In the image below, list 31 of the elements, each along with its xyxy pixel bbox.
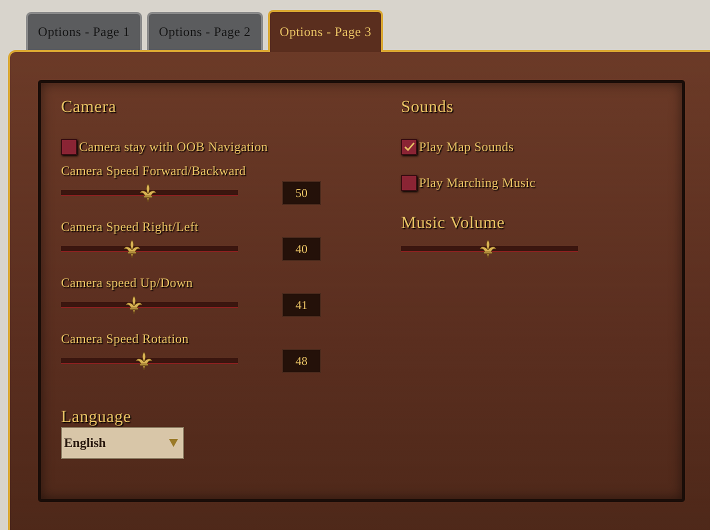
slider-label: Camera Speed Right/Left: [61, 219, 200, 235]
section-title: Music Volume: [401, 213, 506, 233]
slider[interactable]: [61, 295, 238, 315]
slider-thumb[interactable]: [135, 351, 154, 371]
slider[interactable]: [401, 239, 578, 259]
slider-thumb[interactable]: [124, 295, 143, 315]
slider[interactable]: [61, 351, 238, 371]
slider-thumb[interactable]: [138, 183, 157, 203]
section-title: Camera: [61, 97, 118, 117]
tab[interactable]: Options - Page 3: [268, 10, 384, 52]
value-display: 48: [282, 349, 321, 373]
slider-thumb[interactable]: [122, 239, 141, 259]
checkbox-label: Play Map Sounds: [419, 139, 514, 155]
value-display: 41: [282, 293, 321, 317]
checkbox-label: Play Marching Music: [419, 175, 536, 191]
checkbox[interactable]: [61, 139, 77, 155]
checkbox-label: Camera stay with OOB Navigation: [79, 139, 268, 155]
section-title: Sounds: [401, 97, 454, 117]
slider-thumb[interactable]: [478, 239, 497, 259]
slider[interactable]: [61, 239, 238, 259]
checkbox[interactable]: [401, 175, 417, 191]
slider[interactable]: [61, 183, 238, 203]
slider-label: Camera Speed Forward/Backward: [61, 163, 247, 179]
checkbox[interactable]: [401, 139, 417, 155]
dropdown-arrow-icon: [169, 439, 178, 447]
section-title: Language: [61, 407, 132, 427]
language-dropdown[interactable]: English: [61, 427, 184, 459]
slider-label: Camera Speed Rotation: [61, 331, 190, 347]
value-display: 50: [282, 181, 321, 205]
value-display: 40: [282, 237, 321, 261]
slider-label: Camera speed Up/Down: [61, 275, 194, 291]
